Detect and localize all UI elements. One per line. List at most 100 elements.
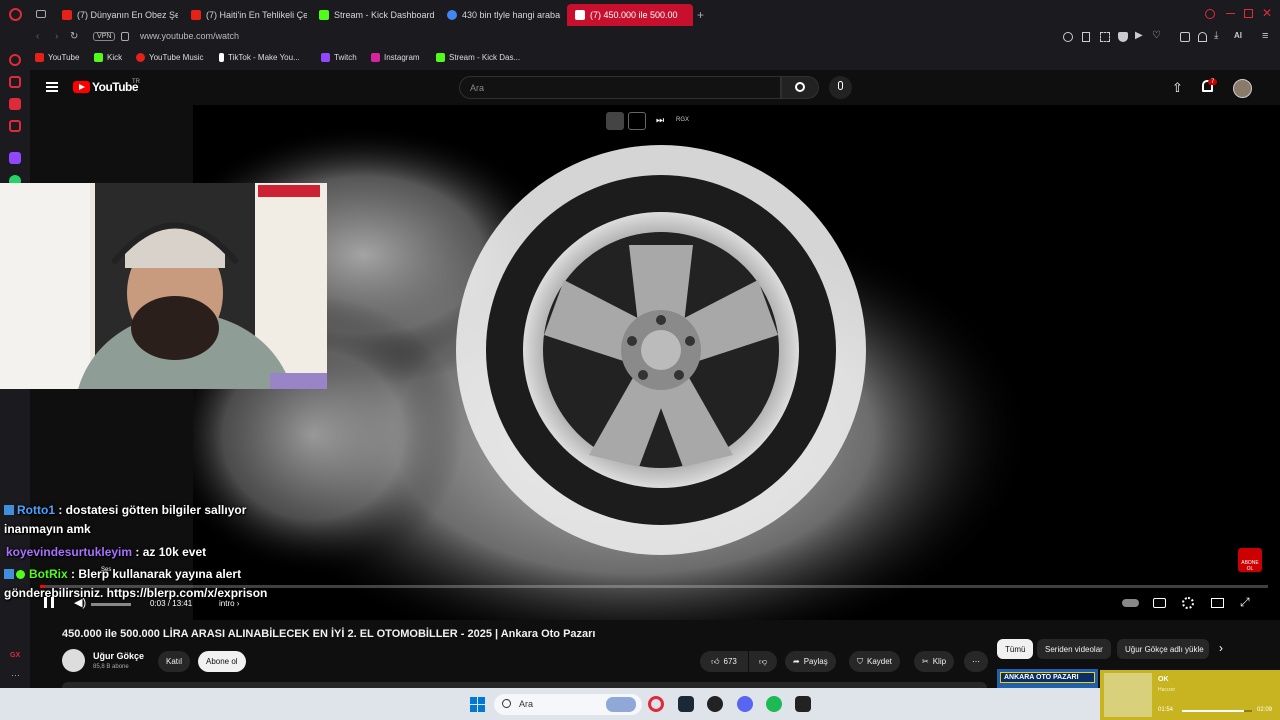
- video-player[interactable]: ⏭ RGX ABONE OL: [193, 105, 1280, 620]
- taskbar-search[interactable]: Ara: [494, 694, 642, 715]
- chip-series[interactable]: Seriden videolar: [1037, 639, 1111, 659]
- autoplay-toggle[interactable]: [1122, 599, 1139, 607]
- minimize-icon[interactable]: [1226, 13, 1235, 14]
- url-field[interactable]: www.youtube.com/watch: [140, 31, 239, 41]
- bookmark-youtube-music[interactable]: YouTube Music: [136, 53, 204, 62]
- channel-avatar[interactable]: [62, 649, 85, 672]
- fullscreen-icon[interactable]: ⤢: [1240, 595, 1250, 610]
- forward-icon[interactable]: ›: [55, 31, 58, 42]
- tab-island-icon[interactable]: [36, 10, 46, 18]
- bookmark-label: Instagram: [384, 53, 420, 62]
- captions-icon[interactable]: [1153, 598, 1166, 608]
- shopping-icon[interactable]: [9, 76, 21, 88]
- youtube-favicon-icon: [191, 10, 201, 20]
- search-button[interactable]: [781, 76, 819, 99]
- epic-games-icon[interactable]: [795, 696, 811, 712]
- menu-icon[interactable]: ≡: [1262, 30, 1268, 42]
- search-input[interactable]: Ara: [459, 76, 781, 99]
- popout-icon[interactable]: [628, 112, 646, 130]
- gx-icon[interactable]: GX: [10, 652, 20, 659]
- opera-gx-taskbar-icon[interactable]: [648, 696, 664, 712]
- youtube-favicon-icon: [62, 10, 72, 20]
- reload-icon[interactable]: ↻: [70, 31, 78, 42]
- opera-logo-icon[interactable]: [9, 8, 22, 21]
- vpn-badge[interactable]: VPN: [93, 32, 116, 41]
- video-frame-wheel: [193, 125, 1033, 620]
- recommended-thumbnail[interactable]: ANKARA OTO PAZARI: [997, 669, 1098, 688]
- dislike-button[interactable]: 👎︎: [749, 651, 777, 672]
- save-button[interactable]: ⛉ Kaydet: [849, 651, 900, 672]
- heart-icon[interactable]: ♡: [1152, 30, 1161, 41]
- bookmark-tiktok[interactable]: TikTok - Make You...: [219, 53, 300, 62]
- bookmark-youtube[interactable]: YouTube: [35, 53, 79, 62]
- spotify-icon[interactable]: [766, 696, 782, 712]
- avatar[interactable]: [1233, 79, 1252, 98]
- close-icon[interactable]: ✕: [1262, 6, 1272, 20]
- like-button[interactable]: 👍︎ 673: [700, 651, 748, 672]
- back-icon[interactable]: ‹: [36, 31, 39, 42]
- media-widget[interactable]: OK Hacızer 01:54 02:09: [1100, 670, 1280, 720]
- new-tab-button[interactable]: +: [697, 8, 704, 22]
- ai-button[interactable]: AI: [1234, 31, 1242, 40]
- tab-3[interactable]: Stream - Kick Dashboard: [311, 4, 435, 26]
- subscribe-button[interactable]: Abone ol: [198, 651, 246, 672]
- zoom-icon[interactable]: [1063, 32, 1073, 42]
- extensions-icon[interactable]: [1180, 32, 1190, 42]
- obs-icon[interactable]: [707, 696, 723, 712]
- progress-bar[interactable]: [40, 585, 1268, 588]
- streamer-webcam: [0, 183, 327, 389]
- bookmark-twitch[interactable]: Twitch: [321, 53, 357, 62]
- pip-icon[interactable]: [606, 112, 624, 130]
- theater-mode-icon[interactable]: [1211, 598, 1224, 608]
- chapter-button[interactable]: intro ›: [219, 599, 239, 608]
- channel-name[interactable]: Uğur Gökçe: [93, 651, 144, 661]
- music-icon[interactable]: [9, 120, 21, 132]
- media-title: OK: [1158, 676, 1169, 683]
- subscribe-watermark[interactable]: ABONE OL: [1238, 548, 1262, 572]
- messenger-icon[interactable]: [9, 98, 21, 110]
- twitch-icon[interactable]: [9, 152, 21, 164]
- thumbs-down-icon: 👎︎: [758, 656, 768, 666]
- chat-text: : dostatesi götten bilgiler sallıyor: [58, 503, 247, 517]
- bookmark-kick-dashboard[interactable]: Stream - Kick Das...: [436, 53, 520, 62]
- tab-1[interactable]: (7) Dünyanın En Obez Şeh: [54, 4, 178, 26]
- volume-icon[interactable]: ◀): [74, 596, 86, 609]
- snapshot-icon[interactable]: [1100, 32, 1110, 42]
- hamburger-menu-icon[interactable]: [46, 82, 58, 92]
- tab-label: (7) 450.000 ile 500.00: [590, 10, 678, 20]
- chip-all[interactable]: Tümü: [997, 639, 1034, 659]
- upload-icon[interactable]: ⇧: [1172, 80, 1183, 96]
- tab-4[interactable]: 430 bin tlyle hangi araba a: [439, 4, 563, 26]
- discord-icon[interactable]: [737, 696, 753, 712]
- settings-gear-icon[interactable]: [1182, 597, 1194, 609]
- steam-icon[interactable]: [678, 696, 694, 712]
- share-button[interactable]: ➦ Paylaş: [785, 651, 836, 672]
- media-progress[interactable]: [1182, 710, 1252, 712]
- clip-button[interactable]: ✂ Klip: [914, 651, 955, 672]
- account-icon[interactable]: [1198, 32, 1207, 42]
- more-actions-button[interactable]: ⋯: [964, 651, 988, 672]
- more-icon[interactable]: ⋯: [11, 670, 20, 681]
- tab-2[interactable]: (7) Haiti'in En Tehlikeli Çet: [183, 4, 307, 26]
- tab-active[interactable]: (7) 450.000 ile 500.00: [567, 4, 693, 26]
- aria-icon[interactable]: [9, 54, 21, 66]
- maximize-icon[interactable]: [1244, 9, 1253, 18]
- search-tabs-icon[interactable]: [1205, 9, 1215, 19]
- pause-button[interactable]: [44, 597, 54, 608]
- pin-icon[interactable]: [1082, 32, 1090, 42]
- youtube-logo-icon[interactable]: [73, 81, 90, 93]
- volume-slider[interactable]: [91, 603, 131, 606]
- shield-icon[interactable]: [1118, 32, 1128, 42]
- chips-next-icon[interactable]: ›: [1219, 641, 1223, 655]
- join-button[interactable]: Katıl: [158, 651, 191, 672]
- windows-start-icon[interactable]: [470, 697, 485, 712]
- overlay-label[interactable]: RGX: [676, 117, 689, 123]
- play-icon[interactable]: ▶: [1135, 30, 1143, 41]
- album-art: [1104, 673, 1152, 717]
- skip-icon[interactable]: ⏭: [656, 115, 664, 126]
- bookmark-instagram[interactable]: Instagram: [371, 53, 420, 62]
- voice-search-button[interactable]: [829, 76, 852, 99]
- chip-channel-uploads[interactable]: Uğur Gökçe adlı yükle: [1117, 639, 1209, 659]
- bookmark-kick[interactable]: Kick: [94, 53, 122, 62]
- download-icon[interactable]: ⤓: [1214, 30, 1218, 41]
